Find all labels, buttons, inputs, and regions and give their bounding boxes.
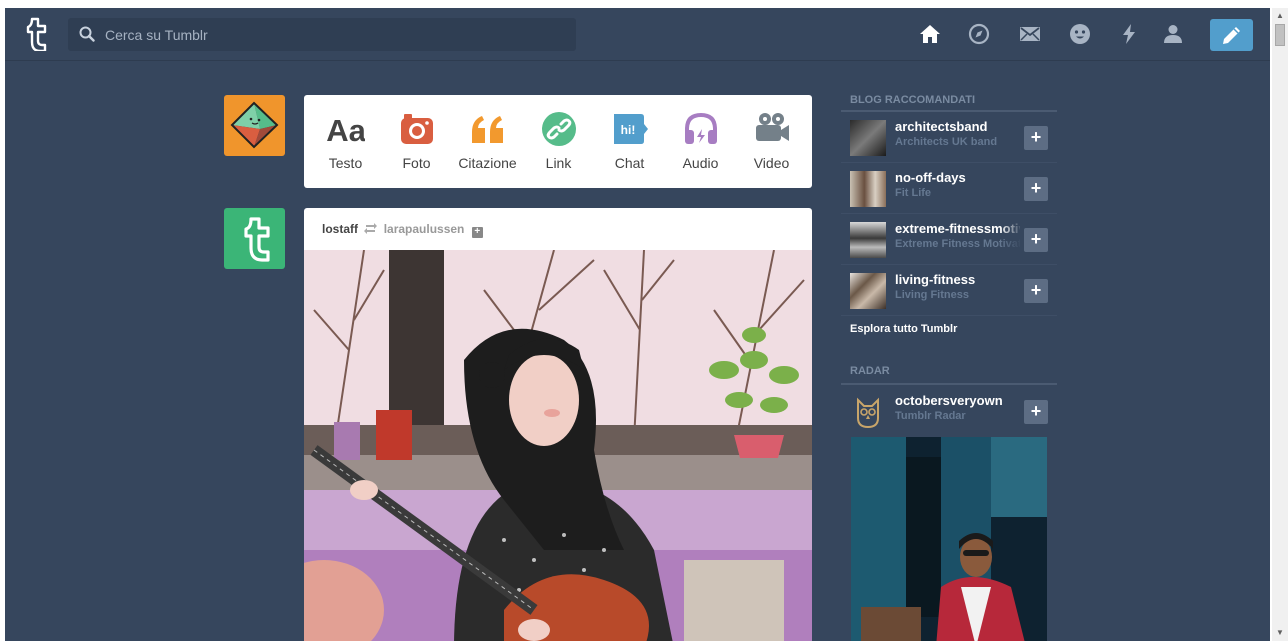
blog-avatar — [850, 222, 886, 258]
post-type-label: Testo — [328, 155, 363, 171]
owl-icon — [857, 397, 879, 429]
blog-avatar — [850, 273, 886, 309]
blog-subtitle: Architects UK band — [895, 136, 998, 148]
explore-all-link[interactable]: Esplora tutto Tumblr — [850, 323, 957, 335]
camera-icon — [401, 114, 433, 144]
post-type-label: Link — [545, 155, 572, 171]
quote-icon — [472, 116, 503, 143]
blog-name: architectsband — [895, 119, 988, 134]
dashboard: Cerca su Tumblr Aa Testo Foto Citazione … — [5, 8, 1270, 641]
home-icon[interactable] — [918, 22, 942, 46]
post-type-label: Foto — [402, 155, 431, 171]
follow-button[interactable]: + — [1024, 126, 1048, 150]
post-illustration-image — [304, 250, 812, 641]
post-type-bar: Aa Testo Foto Citazione Link hi! Chat Au… — [304, 95, 812, 188]
recommended-blog-item[interactable]: extreme-fitnessmotivation Extreme Fitnes… — [841, 214, 1057, 265]
reblog-icon — [364, 223, 378, 234]
blog-subtitle: Living Fitness — [895, 289, 969, 301]
blog-subtitle: Tumblr Radar — [895, 410, 966, 422]
post-author-avatar[interactable] — [224, 208, 285, 269]
blog-name: octobersveryown — [895, 393, 1003, 408]
top-bar: Cerca su Tumblr — [5, 8, 1270, 61]
search-placeholder: Cerca su Tumblr — [105, 27, 208, 43]
tumblr-staff-avatar-icon — [244, 217, 270, 262]
post-type-label: Citazione — [458, 155, 517, 171]
chat-icon: hi! — [614, 114, 648, 144]
user-avatar[interactable] — [224, 95, 285, 156]
radar-title: RADAR — [850, 365, 890, 377]
follow-button[interactable]: + — [1024, 228, 1048, 252]
link-icon — [542, 112, 576, 146]
post-header: lostaff larapaulussen + — [322, 222, 483, 238]
post-type-link[interactable]: Link — [523, 95, 594, 188]
post-type-label: Chat — [614, 155, 645, 171]
post-type-quote[interactable]: Citazione — [452, 95, 523, 188]
post-type-text[interactable]: Aa Testo — [310, 95, 381, 188]
ask-icon[interactable] — [1068, 22, 1092, 46]
scroll-down-arrow-icon[interactable]: ▼ — [1276, 628, 1284, 637]
page-scrollbar[interactable]: ▲ ▼ — [1272, 8, 1288, 641]
octahedron-avatar-icon — [230, 101, 279, 149]
post-card: lostaff larapaulussen + — [304, 208, 812, 641]
svg-text:Aa: Aa — [327, 113, 365, 148]
recommended-blogs-title: BLOG RACCOMANDATI — [850, 94, 976, 106]
blog-subtitle: Fit Life — [895, 187, 932, 199]
scroll-up-arrow-icon[interactable]: ▲ — [1276, 11, 1284, 20]
video-camera-icon — [756, 113, 789, 141]
section-divider — [841, 383, 1057, 385]
reblog-source-link[interactable]: larapaulussen — [384, 222, 465, 236]
blog-avatar — [850, 171, 886, 207]
post-type-photo[interactable]: Foto — [381, 95, 452, 188]
scrollbar-thumb[interactable] — [1275, 24, 1285, 46]
post-type-chat[interactable]: hi! Chat — [594, 95, 665, 188]
post-type-label: Video — [753, 155, 790, 171]
messages-icon[interactable] — [1018, 22, 1042, 46]
compose-button[interactable] — [1210, 19, 1253, 51]
blog-avatar — [850, 120, 886, 156]
search-icon — [79, 26, 95, 42]
text-icon: Aa — [327, 113, 365, 148]
headphones-icon — [685, 112, 717, 144]
svg-text:hi!: hi! — [621, 123, 636, 137]
account-icon[interactable] — [1161, 22, 1185, 46]
recommended-blog-item[interactable]: architectsband Architects UK band + — [841, 112, 1057, 163]
follow-button[interactable]: + — [1024, 400, 1048, 424]
explore-icon[interactable] — [967, 22, 991, 46]
radar-post-image[interactable] — [851, 437, 1047, 641]
post-author-link[interactable]: lostaff — [322, 222, 358, 236]
follow-button[interactable]: + — [1024, 279, 1048, 303]
radar-blog-item[interactable]: octobersveryown Tumblr Radar + — [841, 386, 1057, 437]
post-type-video[interactable]: Video — [736, 95, 807, 188]
blog-name: living-fitness — [895, 272, 976, 287]
tumblr-logo-icon[interactable] — [21, 17, 51, 51]
pencil-icon — [1223, 27, 1240, 44]
follow-source-icon[interactable]: + — [471, 227, 483, 238]
text-fade — [1000, 220, 1022, 256]
recommended-blog-item[interactable]: living-fitness Living Fitness + — [841, 265, 1057, 316]
activity-icon[interactable] — [1117, 22, 1141, 46]
blog-name: no-off-days — [895, 170, 966, 185]
search-box[interactable]: Cerca su Tumblr — [68, 18, 576, 51]
post-type-label: Audio — [682, 155, 719, 171]
post-type-audio[interactable]: Audio — [665, 95, 736, 188]
recommended-blog-item[interactable]: no-off-days Fit Life + — [841, 163, 1057, 214]
follow-button[interactable]: + — [1024, 177, 1048, 201]
